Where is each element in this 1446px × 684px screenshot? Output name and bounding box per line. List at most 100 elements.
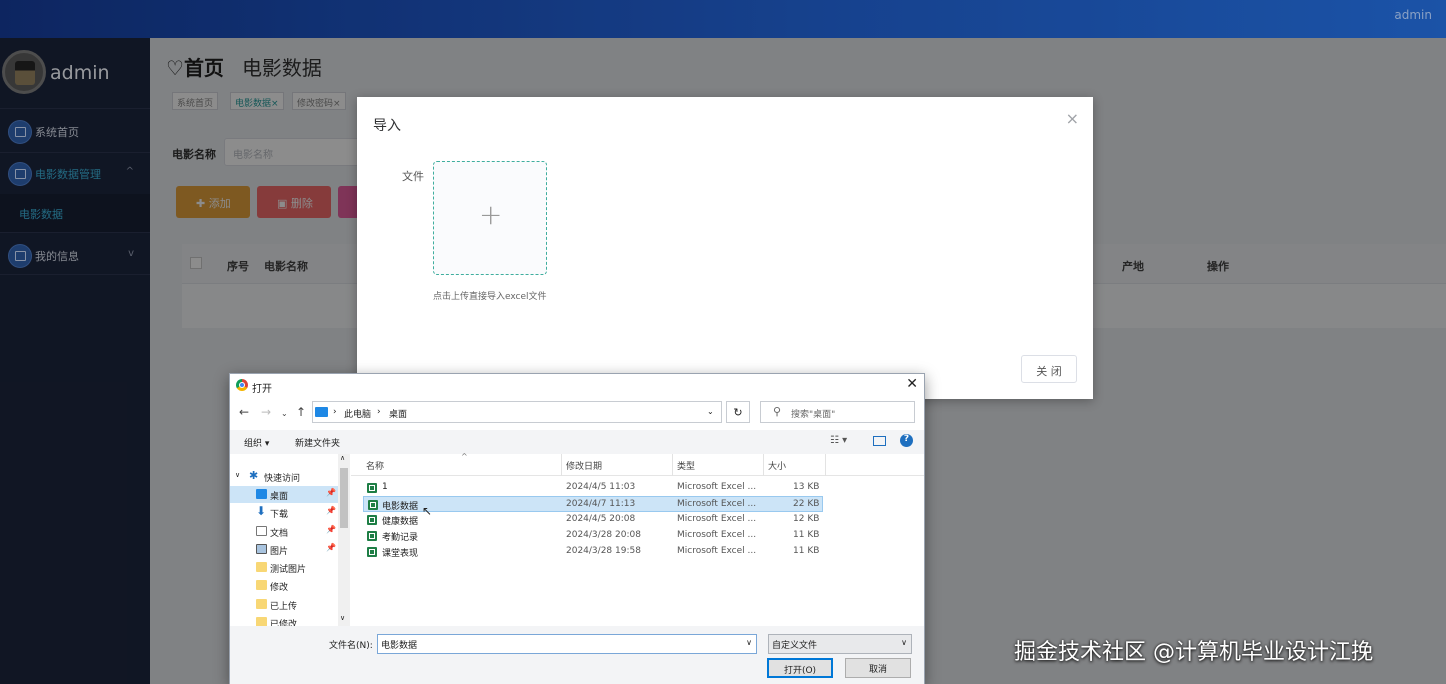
file-date: 2024/4/5 11:03 xyxy=(566,482,636,492)
new-folder-button[interactable]: 新建文件夹 xyxy=(295,436,340,449)
file-type: Microsoft Excel ... xyxy=(677,499,757,509)
nav-folder[interactable]: 测试图片 xyxy=(230,559,338,576)
chevron-down-icon: ∨ xyxy=(235,471,241,479)
refresh-button[interactable]: ↻ xyxy=(726,401,750,423)
folder-icon xyxy=(256,599,267,609)
open-button[interactable]: 打开(O) xyxy=(767,658,833,678)
chevron-down-icon[interactable]: ∨ xyxy=(746,638,752,647)
cancel-button[interactable]: 取消 xyxy=(845,658,911,678)
file-type: Microsoft Excel ... xyxy=(677,514,757,524)
refresh-icon: ↻ xyxy=(733,406,743,419)
column-header-type[interactable]: 类型 xyxy=(677,459,695,472)
file-name: 电影数据 xyxy=(382,502,419,512)
excel-file-icon xyxy=(367,547,377,557)
up-arrow-icon[interactable]: ↑ xyxy=(296,405,306,419)
recent-dropdown-icon[interactable]: ⌄ xyxy=(281,409,288,418)
file-type: Microsoft Excel ... xyxy=(677,530,757,540)
filename-label: 文件名(N): xyxy=(329,641,373,651)
pin-icon: 📌 xyxy=(326,506,336,515)
toolbar: 组织 ▾ 新建文件夹 ☷ ▾ ? xyxy=(230,430,924,454)
file-date: 2024/3/28 20:08 xyxy=(566,530,641,540)
nav-label: 修改 xyxy=(270,583,289,593)
modal-overlay xyxy=(0,38,150,684)
scrollbar[interactable]: ∧ ∨ xyxy=(338,454,350,626)
scroll-up-icon[interactable]: ∧ xyxy=(340,454,345,462)
search-input[interactable]: ⚲ 搜索"桌面" xyxy=(760,401,915,423)
file-row[interactable]: 课堂表现 2024/3/28 19:58 Microsoft Excel ...… xyxy=(363,544,823,560)
excel-file-icon xyxy=(368,500,378,510)
close-button[interactable]: 关 闭 xyxy=(1021,355,1077,383)
nav-label: 已修改 xyxy=(270,620,298,626)
column-header-size[interactable]: 大小 xyxy=(768,459,786,472)
folder-icon xyxy=(256,617,267,626)
sort-up-icon: ^ xyxy=(461,452,468,461)
nav-label: 下载 xyxy=(270,510,289,520)
filename-input[interactable]: 电影数据 ∨ xyxy=(377,634,757,654)
computer-icon xyxy=(315,407,328,417)
picture-icon xyxy=(256,544,267,554)
search-placeholder: 搜索"桌面" xyxy=(791,410,836,420)
upload-hint: 点击上传直接导入excel文件 xyxy=(433,292,547,302)
view-options-icon[interactable]: ☷ ▾ xyxy=(830,435,847,446)
document-icon xyxy=(256,526,267,536)
chrome-icon xyxy=(236,379,248,391)
breadcrumb-desktop[interactable]: 桌面 xyxy=(389,407,407,420)
scrollbar-thumb[interactable] xyxy=(340,468,348,528)
nav-downloads[interactable]: ⬇ 下载 📌 xyxy=(230,504,338,521)
organize-menu[interactable]: 组织 ▾ xyxy=(244,436,269,449)
nav-quick-access[interactable]: ∨ ✱ 快速访问 xyxy=(230,468,338,485)
nav-folder[interactable]: 已上传 xyxy=(230,596,338,613)
folder-icon xyxy=(256,562,267,572)
file-name: 考勤记录 xyxy=(382,533,419,543)
file-row[interactable]: 考勤记录 2024/3/28 20:08 Microsoft Excel ...… xyxy=(363,528,823,544)
search-icon: ⚲ xyxy=(773,405,782,418)
breadcrumb-this-pc[interactable]: 此电脑 xyxy=(344,407,371,420)
file-type: Microsoft Excel ... xyxy=(677,546,757,556)
nav-documents[interactable]: 文档 📌 xyxy=(230,523,338,540)
nav-folder[interactable]: 已修改 xyxy=(230,614,338,626)
column-header-name[interactable]: 名称 xyxy=(366,459,384,472)
nav-folder[interactable]: 修改 xyxy=(230,577,338,594)
nav-pictures[interactable]: 图片 📌 xyxy=(230,541,338,558)
nav-label: 快速访问 xyxy=(264,474,301,484)
upload-dropzone[interactable]: + xyxy=(433,161,547,275)
file-name: 课堂表现 xyxy=(382,549,419,559)
breadcrumb-separator: › xyxy=(333,407,337,417)
pin-icon: 📌 xyxy=(326,525,336,534)
close-icon[interactable]: × xyxy=(1066,109,1079,128)
column-header-date[interactable]: 修改日期 xyxy=(566,459,602,472)
file-name: 1 xyxy=(382,482,388,492)
folder-icon xyxy=(256,580,267,590)
mouse-cursor-icon: ↖ xyxy=(422,504,433,518)
help-icon[interactable]: ? xyxy=(900,434,913,447)
chevron-down-icon[interactable]: ⌄ xyxy=(707,407,714,416)
dialog-title: 导入 xyxy=(373,118,401,134)
star-icon: ✱ xyxy=(249,469,259,482)
nav-label: 测试图片 xyxy=(270,565,307,575)
filetype-select[interactable]: 自定义文件 ∨ xyxy=(768,634,912,654)
nav-label: 文档 xyxy=(270,529,289,539)
modal-overlay xyxy=(0,0,1446,38)
back-arrow-icon[interactable]: ← xyxy=(239,405,249,419)
file-row[interactable]: 1 2024/4/5 11:03 Microsoft Excel ... 13 … xyxy=(363,480,823,496)
file-label: 文件 xyxy=(402,170,424,183)
plus-icon: + xyxy=(479,198,503,231)
file-date: 2024/3/28 19:58 xyxy=(566,546,641,556)
close-icon[interactable]: ✕ xyxy=(906,376,918,392)
file-date: 2024/4/5 20:08 xyxy=(566,514,636,524)
file-type: Microsoft Excel ... xyxy=(677,482,757,492)
file-date: 2024/4/7 11:13 xyxy=(566,499,636,509)
import-dialog: 导入 × 文件 + 点击上传直接导入excel文件 关 闭 xyxy=(357,97,1093,399)
file-size: 11 KB xyxy=(793,530,820,540)
filename-value: 电影数据 xyxy=(381,641,418,651)
pin-icon: 📌 xyxy=(326,488,336,497)
file-list-header: ^ 名称 修改日期 类型 大小 xyxy=(351,452,924,476)
scroll-down-icon[interactable]: ∨ xyxy=(340,614,345,622)
forward-arrow-icon[interactable]: → xyxy=(261,405,271,419)
preview-pane-icon[interactable] xyxy=(873,436,886,446)
address-bar[interactable]: › 此电脑 › 桌面 ⌄ xyxy=(312,401,722,423)
excel-file-icon xyxy=(367,515,377,525)
nav-desktop[interactable]: 桌面 📌 xyxy=(230,486,338,503)
breadcrumb-separator: › xyxy=(377,407,381,417)
file-size: 12 KB xyxy=(793,514,820,524)
